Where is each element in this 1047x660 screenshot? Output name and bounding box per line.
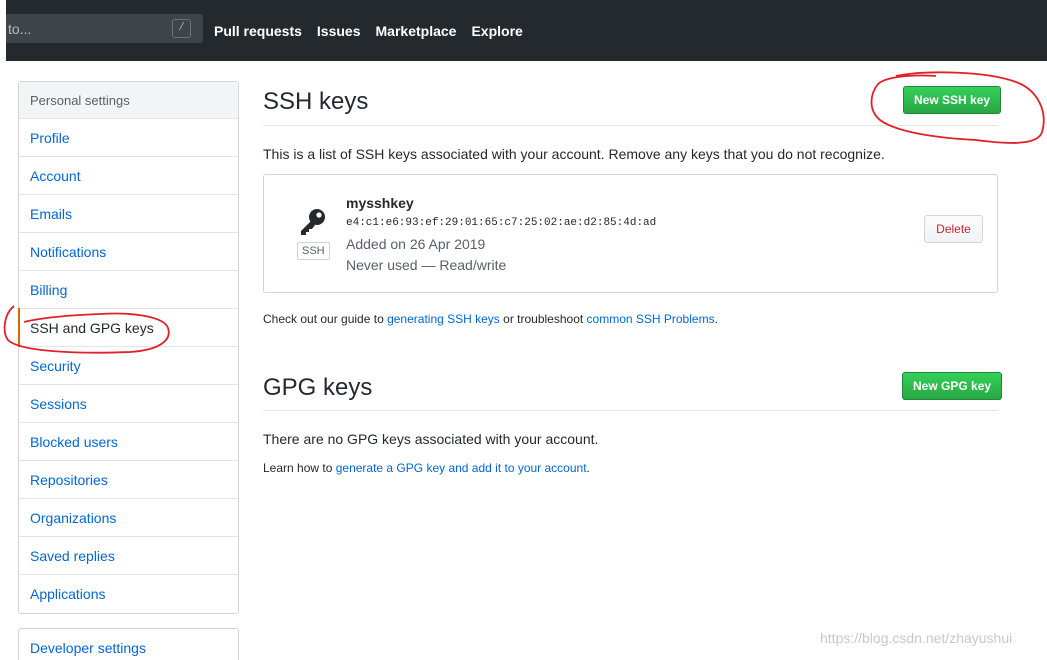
nav-issues[interactable]: Issues bbox=[317, 23, 361, 39]
new-gpg-key-button[interactable]: New GPG key bbox=[902, 372, 1003, 400]
nav-explore[interactable]: Explore bbox=[471, 23, 522, 39]
search-input[interactable] bbox=[6, 14, 166, 43]
ssh-keys-title: SSH keys bbox=[263, 88, 369, 115]
new-ssh-key-button[interactable]: New SSH key bbox=[903, 86, 1002, 114]
watermark: https://blog.csdn.net/zhayushui bbox=[820, 630, 1013, 646]
ssh-guide-note: Check out our guide to generating SSH ke… bbox=[263, 312, 718, 326]
gpg-empty-text: There are no GPG keys associated with yo… bbox=[263, 431, 599, 447]
developer-settings-box: Developer settings bbox=[18, 628, 239, 660]
gpg-learn-note: Learn how to generate a GPG key and add … bbox=[263, 461, 590, 475]
sidebar-item-emails[interactable]: Emails bbox=[19, 195, 238, 233]
slash-shortcut-hint: / bbox=[172, 19, 191, 38]
ssh-guide-suffix: . bbox=[714, 312, 718, 326]
sidebar-item-security[interactable]: Security bbox=[19, 347, 238, 385]
ssh-divider bbox=[263, 125, 998, 126]
ssh-key-usage: Never used — Read/write bbox=[346, 257, 507, 273]
common-ssh-problems-link[interactable]: common SSH Problems bbox=[587, 312, 715, 326]
nav-pull-requests[interactable]: Pull requests bbox=[214, 23, 302, 39]
ssh-badge: SSH bbox=[297, 242, 330, 260]
sidebar-item-repositories[interactable]: Repositories bbox=[19, 461, 238, 499]
gpg-divider bbox=[263, 410, 998, 411]
sidebar-heading: Personal settings bbox=[19, 82, 238, 119]
search-box[interactable]: / bbox=[6, 14, 203, 43]
ssh-description: This is a list of SSH keys associated wi… bbox=[263, 146, 885, 162]
generate-gpg-key-link[interactable]: generate a GPG key and add it to your ac… bbox=[336, 461, 587, 475]
top-header: / Pull requests Issues Marketplace Explo… bbox=[6, 0, 1047, 61]
sidebar-item-organizations[interactable]: Organizations bbox=[19, 499, 238, 537]
ssh-key-name: mysshkey bbox=[346, 195, 414, 211]
header-nav: Pull requests Issues Marketplace Explore bbox=[214, 0, 538, 61]
gpg-learn-suffix: . bbox=[586, 461, 590, 475]
ssh-key-item: SSH mysshkey e4:c1:e6:93:ef:29:01:65:c7:… bbox=[263, 174, 998, 293]
ssh-key-added-date: Added on 26 Apr 2019 bbox=[346, 236, 486, 252]
sidebar-item-account[interactable]: Account bbox=[19, 157, 238, 195]
gpg-keys-title: GPG keys bbox=[263, 374, 373, 401]
gpg-learn-prefix: Learn how to bbox=[263, 461, 336, 475]
sidebar-item-applications[interactable]: Applications bbox=[19, 575, 238, 613]
nav-marketplace[interactable]: Marketplace bbox=[376, 23, 457, 39]
generating-ssh-keys-link[interactable]: generating SSH keys bbox=[387, 312, 500, 326]
sidebar-item-billing[interactable]: Billing bbox=[19, 271, 238, 309]
key-icon bbox=[301, 209, 325, 235]
ssh-key-fingerprint: e4:c1:e6:93:ef:29:01:65:c7:25:02:ae:d2:8… bbox=[346, 217, 657, 229]
sidebar-item-ssh-gpg-keys[interactable]: SSH and GPG keys bbox=[18, 308, 238, 347]
settings-sidebar: Personal settings Profile Account Emails… bbox=[18, 81, 239, 614]
sidebar-item-saved-replies[interactable]: Saved replies bbox=[19, 537, 238, 575]
sidebar-item-sessions[interactable]: Sessions bbox=[19, 385, 238, 423]
ssh-guide-prefix: Check out our guide to bbox=[263, 312, 388, 326]
sidebar-item-blocked-users[interactable]: Blocked users bbox=[19, 423, 238, 461]
sidebar-item-profile[interactable]: Profile bbox=[19, 119, 238, 157]
sidebar-item-notifications[interactable]: Notifications bbox=[19, 233, 238, 271]
delete-ssh-key-button[interactable]: Delete bbox=[924, 215, 983, 243]
ssh-guide-middle: or troubleshoot bbox=[499, 312, 587, 326]
sidebar-item-developer-settings[interactable]: Developer settings bbox=[19, 629, 238, 660]
